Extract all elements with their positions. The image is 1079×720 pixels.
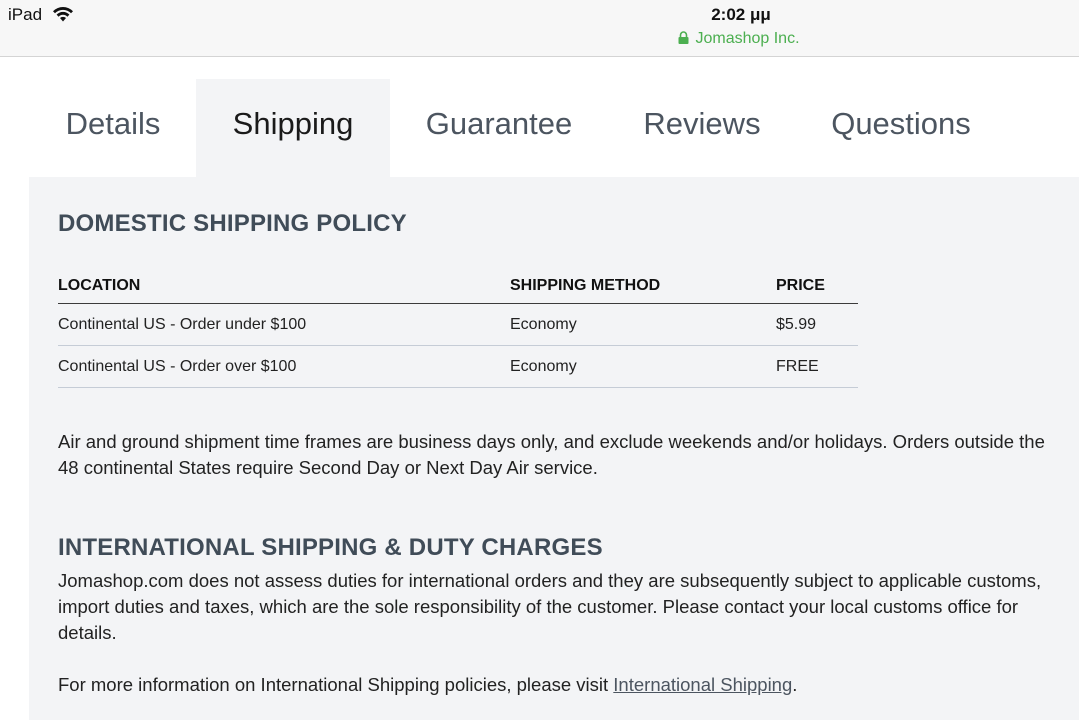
tab-reviews[interactable]: Reviews <box>608 79 796 177</box>
shipping-panel: DOMESTIC SHIPPING POLICY LOCATION SHIPPI… <box>29 177 1079 720</box>
shipment-timeframe-note: Air and ground shipment time frames are … <box>58 431 1045 478</box>
cell-price: FREE <box>776 345 858 388</box>
cell-location: Continental US - Order over $100 <box>58 345 510 388</box>
header-location: LOCATION <box>58 269 510 304</box>
status-bar: iPad 2:02 μμ Jomashop Inc. <box>0 0 1079 57</box>
header-shipping-method: SHIPPING METHOD <box>510 269 776 304</box>
clock-time: 2:02 μμ <box>711 5 771 24</box>
cell-method: Economy <box>510 303 776 346</box>
lock-icon <box>678 31 689 44</box>
international-shipping-title: INTERNATIONAL SHIPPING & DUTY CHARGES <box>58 534 603 561</box>
tab-details[interactable]: Details <box>30 79 196 177</box>
cell-method: Economy <box>510 345 776 388</box>
cell-price: $5.99 <box>776 303 858 346</box>
shipping-rates-table: LOCATION SHIPPING METHOD PRICE Continent… <box>58 269 858 388</box>
header-price: PRICE <box>776 269 858 304</box>
tab-questions[interactable]: Questions <box>796 79 1006 177</box>
cell-location: Continental US - Order under $100 <box>58 303 510 346</box>
more-info-prefix: For more information on International Sh… <box>58 674 614 695</box>
site-name: Jomashop Inc. <box>695 30 800 47</box>
international-duty-text: Jomashop.com does not assess duties for … <box>58 570 1042 643</box>
more-info-suffix: . <box>792 674 798 695</box>
international-more-info: For more information on International Sh… <box>58 672 1058 698</box>
tab-shipping[interactable]: Shipping <box>196 79 390 177</box>
domestic-shipping-title: DOMESTIC SHIPPING POLICY <box>58 210 407 237</box>
tab-guarantee[interactable]: Guarantee <box>390 79 608 177</box>
table-row: Continental US - Order under $100 Econom… <box>58 303 858 346</box>
table-row: Continental US - Order over $100 Economy… <box>58 345 858 388</box>
site-identity: Jomashop Inc. <box>0 30 1079 48</box>
international-shipping-link[interactable]: International Shipping <box>613 674 792 695</box>
table-header-row: LOCATION SHIPPING METHOD PRICE <box>58 269 858 304</box>
